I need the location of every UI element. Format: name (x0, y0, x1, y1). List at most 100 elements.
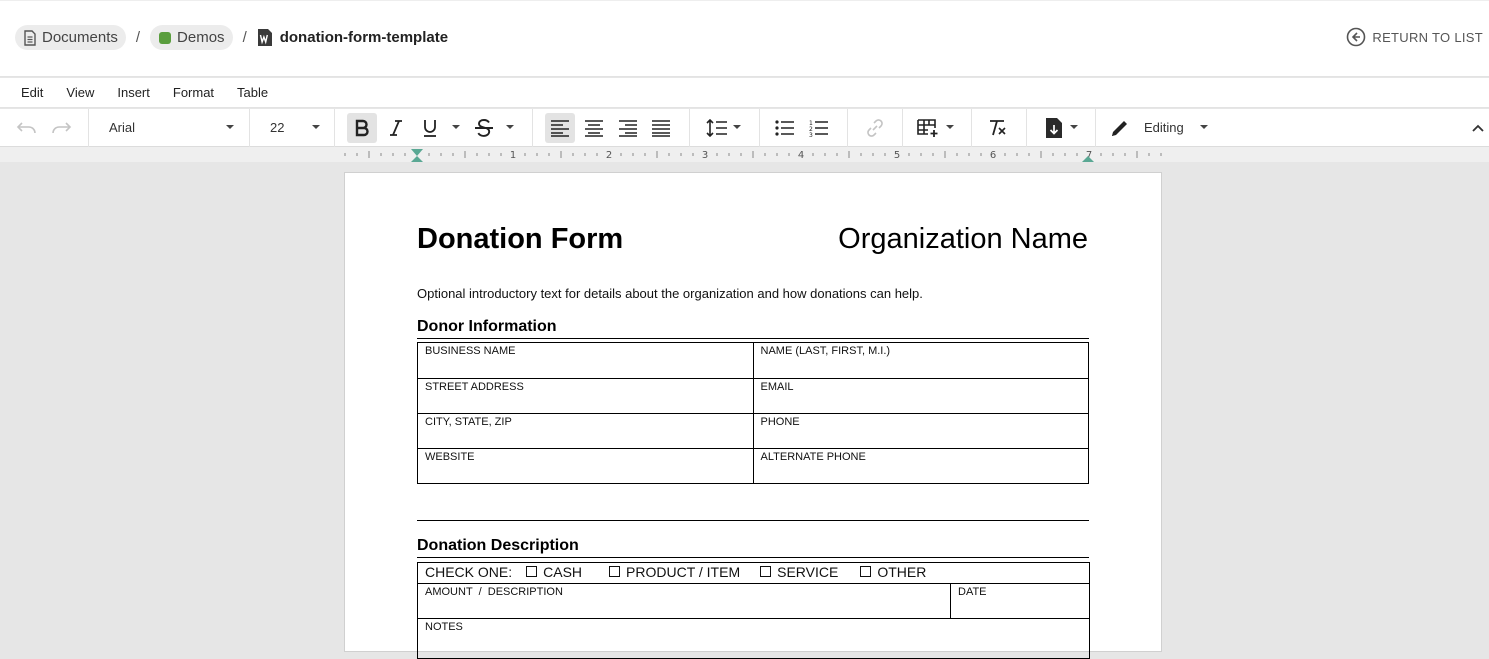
website-cell[interactable]: WEBSITE (417, 448, 754, 484)
underline-options-icon[interactable] (452, 125, 460, 129)
alignment-group (533, 109, 690, 147)
cash-label: CASH (543, 564, 583, 580)
align-left-icon (551, 120, 569, 137)
clear-formatting-button[interactable] (983, 113, 1013, 143)
align-right-button[interactable] (613, 113, 643, 143)
donor-information-table: BUSINESS NAME NAME (LAST, FIRST, M.I.) S… (417, 342, 1089, 484)
chevron-down-icon (733, 125, 741, 129)
redo-button[interactable] (46, 113, 76, 143)
bullet-list-button[interactable] (770, 113, 800, 143)
donation-description-table: CHECK ONE: CASH PRODUCT / ITEM SERVICE O… (416, 562, 1091, 659)
font-size-value: 22 (270, 120, 285, 135)
service-checkbox[interactable] (760, 565, 772, 577)
list-group: 123 (760, 109, 848, 147)
product-checkbox[interactable] (609, 565, 621, 577)
editing-mode-button[interactable] (1105, 113, 1135, 143)
menu-bar: Edit View Insert Format Table (0, 78, 1489, 108)
menu-format[interactable]: Format (173, 85, 214, 100)
return-to-list-button[interactable]: RETURN TO LIST (1346, 27, 1483, 47)
left-margin-marker[interactable] (411, 156, 423, 162)
arrow-left-circle-icon (1347, 27, 1366, 47)
breadcrumb: Documents / Demos / donation-form-templa… (15, 25, 448, 50)
insert-link-button[interactable] (860, 113, 890, 143)
file-download-icon (1046, 118, 1062, 138)
donor-information-heading: Donor Information (417, 318, 557, 335)
editing-mode-label: Editing (1144, 120, 1184, 135)
justify-button[interactable] (646, 113, 676, 143)
insert-table-icon (917, 119, 938, 137)
chevron-down-icon (1070, 125, 1078, 129)
mode-select[interactable]: Editing (1096, 109, 1226, 147)
email-cell[interactable]: EMAIL (752, 378, 1089, 414)
right-margin-marker[interactable] (1082, 156, 1094, 162)
breadcrumb-folder-label: Demos (177, 29, 225, 46)
font-family-select[interactable]: Arial (89, 109, 250, 147)
city-state-zip-cell[interactable]: CITY, STATE, ZIP (417, 413, 754, 449)
italic-button[interactable] (381, 113, 411, 143)
name-cell[interactable]: NAME (LAST, FIRST, M.I.) (752, 342, 1089, 379)
history-group (0, 109, 89, 147)
strikethrough-button[interactable] (469, 113, 499, 143)
chevron-down-icon (1200, 125, 1208, 129)
top-divider (0, 0, 1489, 1)
section-rule (417, 338, 1089, 339)
breadcrumb-separator: / (135, 29, 141, 46)
top-bar: Documents / Demos / donation-form-templa… (0, 0, 1489, 77)
link-group (848, 109, 903, 147)
chevron-up-icon (1472, 124, 1484, 132)
menu-table[interactable]: Table (237, 85, 268, 100)
service-label: SERVICE (777, 564, 839, 580)
left-indent-marker[interactable] (411, 149, 423, 156)
clear-formatting-icon (990, 120, 1006, 136)
business-name-cell[interactable]: BUSINESS NAME (417, 342, 754, 379)
underline-button[interactable] (415, 113, 445, 143)
line-spacing-select[interactable] (690, 109, 760, 147)
alternate-phone-cell[interactable]: ALTERNATE PHONE (752, 448, 1089, 484)
document-list-icon (24, 29, 36, 46)
strikethrough-options-icon[interactable] (506, 125, 514, 129)
align-center-button[interactable] (579, 113, 609, 143)
word-document-icon (257, 29, 272, 46)
numbered-list-button[interactable]: 123 (804, 113, 834, 143)
menu-edit[interactable]: Edit (21, 85, 43, 100)
font-family-value: Arial (109, 120, 136, 135)
organization-name: Organization Name (838, 223, 1088, 255)
other-label: OTHER (877, 564, 927, 580)
document-title: Donation Form (417, 223, 624, 255)
phone-cell[interactable]: PHONE (752, 413, 1089, 449)
justify-icon (652, 120, 670, 137)
ruler: 1234567 (0, 147, 1489, 162)
collapse-toolbar-button[interactable] (1463, 113, 1489, 143)
amount-description-cell[interactable]: AMOUNT / DESCRIPTION (417, 583, 951, 619)
bullet-list-icon (775, 120, 794, 136)
cash-checkbox[interactable] (526, 565, 538, 577)
pencil-icon (1112, 121, 1127, 136)
menu-insert[interactable]: Insert (117, 85, 150, 100)
link-icon (867, 119, 883, 137)
line-spacing-button[interactable] (702, 113, 732, 143)
donation-description-heading: Donation Description (417, 537, 579, 554)
other-checkbox[interactable] (860, 565, 872, 577)
export-button[interactable] (1039, 113, 1069, 143)
section-rule (417, 520, 1089, 521)
breadcrumb-documents-label: Documents (42, 29, 118, 46)
breadcrumb-documents[interactable]: Documents (15, 25, 126, 50)
editor-toolbar: Arial 22 1 2 3 Editing (0, 109, 1489, 147)
breadcrumb-folder[interactable]: Demos (150, 25, 233, 50)
text-style-group (335, 109, 533, 147)
undo-button[interactable] (12, 113, 42, 143)
breadcrumb-separator: / (242, 29, 247, 46)
product-label: PRODUCT / ITEM (626, 564, 741, 580)
document-page[interactable]: Donation Form Organization Name Optional… (344, 172, 1162, 659)
redo-icon (52, 122, 72, 134)
bold-button[interactable] (347, 113, 377, 143)
ruler-number: 5 (894, 150, 900, 161)
font-size-select[interactable]: 22 (250, 109, 335, 147)
street-address-cell[interactable]: STREET ADDRESS (417, 378, 754, 414)
ruler-number: 3 (702, 150, 708, 161)
insert-table-button[interactable] (914, 113, 944, 143)
align-left-button[interactable] (545, 113, 575, 143)
menu-view[interactable]: View (66, 85, 94, 100)
date-cell[interactable]: DATE (949, 583, 1091, 619)
ruler-number: 4 (798, 150, 804, 161)
